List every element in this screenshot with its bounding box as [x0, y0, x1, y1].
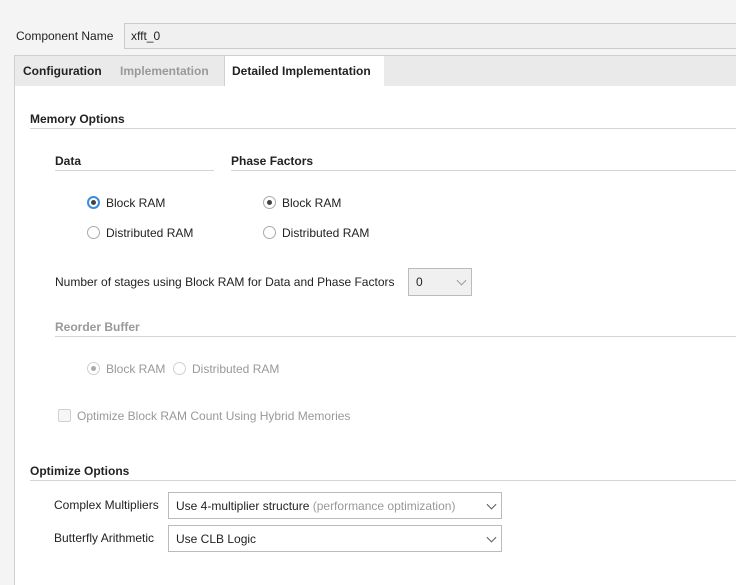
phase-factors-heading: Phase Factors: [231, 154, 314, 168]
phase-block-ram-radio[interactable]: [263, 196, 276, 209]
chevron-down-icon: [456, 275, 467, 286]
memory-options-heading: Memory Options: [30, 112, 125, 126]
hybrid-memories-label[interactable]: Optimize Block RAM Count Using Hybrid Me…: [77, 409, 350, 423]
optimize-options-heading: Optimize Options: [30, 464, 130, 478]
stages-select[interactable]: 0: [408, 268, 472, 296]
component-name-input[interactable]: xfft_0: [124, 23, 736, 49]
tab-implementation[interactable]: Implementation: [110, 56, 224, 86]
butterfly-arithmetic-select[interactable]: Use CLB Logic: [168, 525, 502, 552]
phase-block-ram-label[interactable]: Block RAM: [282, 196, 341, 210]
butterfly-arithmetic-label: Butterfly Arithmetic: [54, 531, 155, 545]
complex-multipliers-select[interactable]: Use 4-multiplier structure (performance …: [168, 492, 502, 519]
reorder-block-ram-radio[interactable]: [87, 362, 100, 375]
chevron-down-icon: [486, 532, 497, 543]
tab-configuration[interactable]: Configuration: [15, 56, 110, 86]
stages-label: Number of stages using Block RAM for Dat…: [55, 275, 395, 289]
phase-distributed-ram-label[interactable]: Distributed RAM: [282, 226, 369, 240]
data-block-ram-label[interactable]: Block RAM: [106, 196, 165, 210]
chevron-down-icon: [486, 499, 497, 510]
reorder-distributed-ram-label[interactable]: Distributed RAM: [192, 362, 279, 376]
reorder-block-ram-label[interactable]: Block RAM: [106, 362, 165, 376]
complex-multipliers-label: Complex Multipliers: [54, 498, 159, 512]
data-distributed-ram-radio[interactable]: [87, 226, 100, 239]
component-name-value: xfft_0: [131, 29, 161, 43]
data-distributed-ram-label[interactable]: Distributed RAM: [106, 226, 193, 240]
tab-detailed-implementation[interactable]: Detailed Implementation: [224, 56, 384, 86]
data-block-ram-radio[interactable]: [87, 196, 100, 209]
phase-distributed-ram-radio[interactable]: [263, 226, 276, 239]
data-heading: Data: [55, 154, 82, 168]
reorder-buffer-heading: Reorder Buffer: [55, 320, 140, 334]
component-name-label: Component Name: [16, 29, 114, 43]
hybrid-memories-checkbox[interactable]: [58, 409, 71, 422]
reorder-distributed-ram-radio[interactable]: [173, 362, 186, 375]
